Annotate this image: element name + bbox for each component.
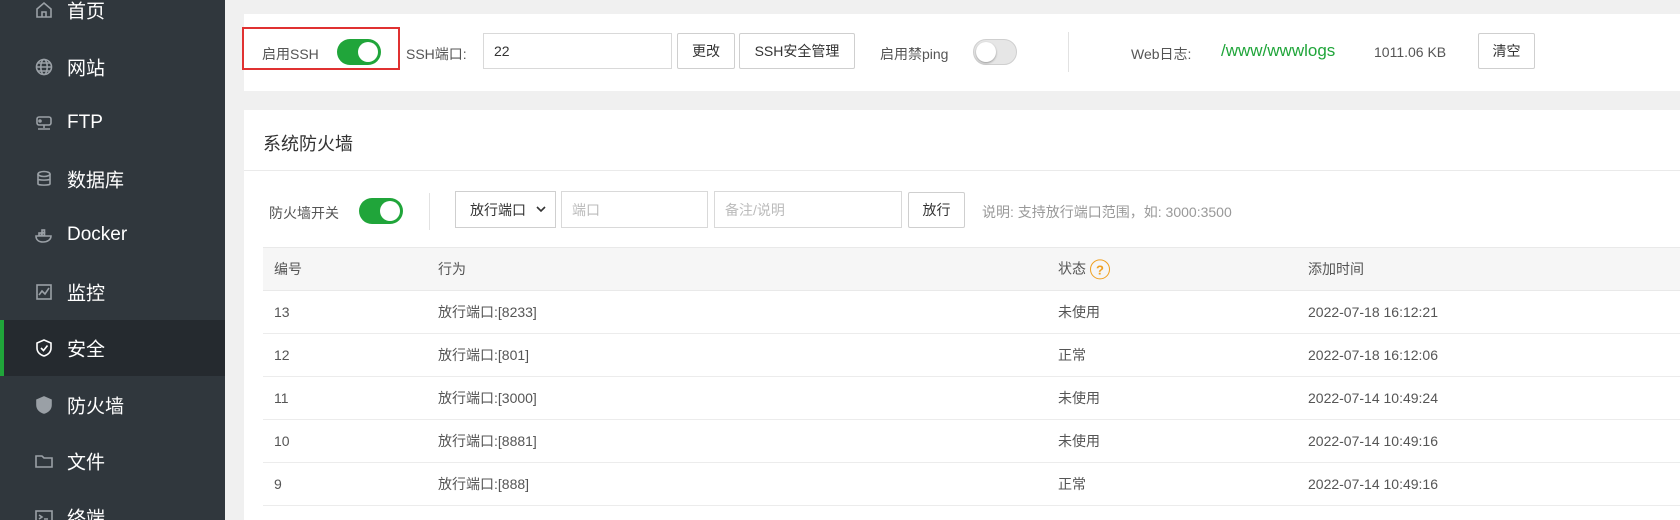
table-header: 编号 行为 状态? 添加时间 (263, 247, 1680, 291)
rule-action: 放行端口:[3000] (438, 390, 537, 406)
table-row[interactable]: 11 放行端口:[3000] 未使用 2022-07-14 10:49:24 (263, 377, 1680, 420)
column-header-status-label: 状态 (1058, 260, 1086, 277)
shield-icon (33, 394, 55, 416)
column-header-status: 状态? (1058, 258, 1110, 280)
sidebar-item-files[interactable]: 文件 (0, 433, 225, 489)
web-log-label: Web日志: (1131, 46, 1192, 62)
divider (244, 170, 1680, 171)
rule-time: 2022-07-14 10:49:16 (1308, 476, 1438, 492)
rule-status: 未使用 (1058, 304, 1100, 320)
sidebar-item-label: 网站 (67, 58, 106, 80)
web-log-size: 1011.06 KB (1374, 44, 1447, 60)
docker-icon (33, 224, 55, 246)
sidebar-item-label: FTP (67, 112, 103, 133)
ssh-enable-label: 启用SSH (262, 46, 319, 62)
rule-type-select-value: 放行端口 (470, 201, 526, 218)
ftp-icon (33, 112, 55, 134)
folder-icon (33, 450, 55, 472)
rule-time: 2022-07-18 16:12:06 (1308, 347, 1438, 363)
sidebar-item-label: Docker (67, 224, 128, 245)
rule-time: 2022-07-14 10:49:16 (1308, 433, 1438, 449)
database-icon (33, 168, 55, 190)
firewall-note: 说明: 支持放行端口范围，如: 3000:3500 (982, 204, 1232, 220)
clear-log-button[interactable]: 清空 (1478, 33, 1535, 69)
firewall-title: 系统防火墙 (263, 134, 353, 154)
sidebar-item-label: 文件 (67, 452, 106, 474)
monitor-icon (33, 281, 55, 303)
ssh-port-input[interactable] (483, 33, 672, 69)
rule-status: 正常 (1058, 476, 1086, 492)
rule-id: 11 (274, 390, 289, 406)
table-row[interactable] (263, 506, 1680, 520)
remark-input[interactable] (714, 191, 902, 228)
firewall-switch-toggle[interactable] (359, 198, 403, 224)
help-icon[interactable]: ? (1090, 259, 1110, 280)
change-port-button[interactable]: 更改 (677, 33, 735, 69)
home-icon (33, 0, 55, 21)
sidebar-item-label: 首页 (67, 1, 106, 23)
sidebar-item-label: 监控 (67, 283, 106, 305)
column-header-time: 添加时间 (1308, 261, 1364, 277)
port-input[interactable] (561, 191, 708, 228)
ping-disable-label: 启用禁ping (880, 46, 949, 62)
sidebar-item-label: 终端 (67, 508, 106, 520)
sidebar-item-label: 防火墙 (67, 396, 125, 418)
sidebar-item-home[interactable]: 首页 (0, 0, 225, 38)
allow-port-button[interactable]: 放行 (908, 192, 965, 228)
sidebar-item-label: 安全 (67, 339, 106, 361)
sidebar-item-label: 数据库 (67, 170, 125, 192)
column-header-id: 编号 (274, 261, 302, 277)
sidebar-item-docker[interactable]: Docker (0, 207, 225, 263)
sidebar-item-ftp[interactable]: FTP (0, 95, 225, 151)
ssh-enable-toggle[interactable] (337, 39, 381, 65)
web-log-path-link[interactable]: /www/wwwlogs (1221, 41, 1335, 61)
rule-action: 放行端口:[888] (438, 476, 530, 492)
terminal-icon (33, 506, 55, 520)
rule-time: 2022-07-18 16:12:21 (1308, 304, 1438, 320)
rule-id: 10 (274, 433, 290, 449)
column-header-action: 行为 (438, 261, 466, 277)
shield-check-icon (33, 337, 55, 359)
divider (429, 193, 430, 230)
chevron-down-icon (536, 206, 546, 213)
rule-status: 未使用 (1058, 433, 1100, 449)
rule-id: 12 (274, 347, 290, 363)
rule-status: 未使用 (1058, 390, 1100, 406)
firewall-switch-label: 防火墙开关 (269, 205, 339, 221)
divider (1068, 32, 1069, 72)
table-row[interactable]: 10 放行端口:[8881] 未使用 2022-07-14 10:49:16 (263, 420, 1680, 463)
rule-id: 13 (274, 304, 290, 320)
globe-icon (33, 56, 55, 78)
sidebar-item-monitor[interactable]: 监控 (0, 264, 225, 320)
ssh-port-label: SSH端口: (406, 46, 467, 62)
sidebar-item-website[interactable]: 网站 (0, 39, 225, 95)
rule-action: 放行端口:[8233] (438, 304, 537, 320)
ssh-security-manage-button[interactable]: SSH安全管理 (739, 33, 855, 69)
sidebar-item-database[interactable]: 数据库 (0, 151, 225, 207)
rule-id: 9 (274, 476, 282, 492)
sidebar-item-security[interactable]: 安全 (0, 320, 225, 376)
rule-type-select[interactable]: 放行端口 (455, 191, 556, 228)
sidebar-item-firewall[interactable]: 防火墙 (0, 377, 225, 433)
rule-action: 放行端口:[8881] (438, 433, 537, 449)
sidebar-item-terminal[interactable]: 终端 (0, 489, 225, 520)
table-row[interactable]: 9 放行端口:[888] 正常 2022-07-14 10:49:16 (263, 463, 1680, 506)
table-row[interactable]: 12 放行端口:[801] 正常 2022-07-18 16:12:06 (263, 334, 1680, 377)
sidebar: 首页 网站 FTP 数据库 Docker 监控 安全 防火墙 文件 终端 (0, 0, 225, 520)
ping-disable-toggle[interactable] (973, 39, 1017, 65)
table-row[interactable]: 13 放行端口:[8233] 未使用 2022-07-18 16:12:21 (263, 291, 1680, 334)
rule-status: 正常 (1058, 347, 1086, 363)
rule-action: 放行端口:[801] (438, 347, 530, 363)
rule-time: 2022-07-14 10:49:24 (1308, 390, 1438, 406)
